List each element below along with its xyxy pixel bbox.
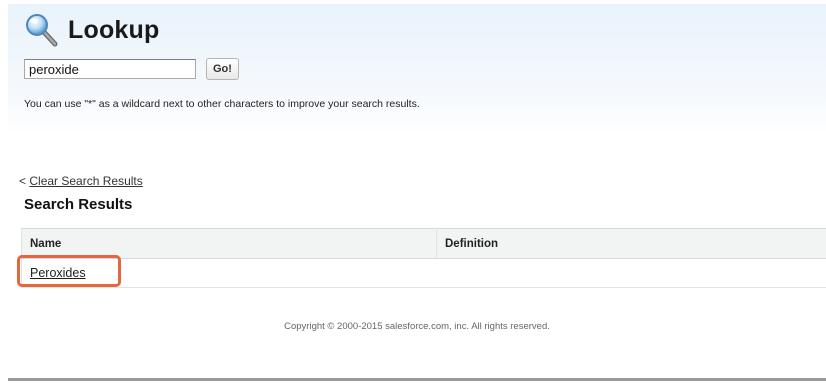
search-results-heading: Search Results xyxy=(24,196,133,213)
column-header-name: Name xyxy=(21,228,437,259)
result-link-peroxides[interactable]: Peroxides xyxy=(30,266,86,280)
table-row: Peroxides xyxy=(21,258,826,288)
table-header-row: Name Definition xyxy=(21,228,826,259)
copyright-footer: Copyright © 2000-2015 salesforce.com, in… xyxy=(284,321,550,332)
wildcard-hint: You can use "*" as a wildcard next to ot… xyxy=(24,98,420,110)
column-header-definition: Definition xyxy=(436,228,826,259)
magnifier-icon xyxy=(26,14,58,47)
search-input[interactable] xyxy=(24,59,196,79)
lookup-window: Lookup Go! You can use "*" as a wildcard… xyxy=(8,4,826,381)
back-chevron: < xyxy=(19,174,27,188)
results-table: Name Definition Peroxides xyxy=(21,228,826,288)
search-row: Go! xyxy=(24,58,239,80)
page-title: Lookup xyxy=(68,15,160,44)
clear-results-row: < Clear Search Results xyxy=(19,174,143,188)
title-row: Lookup xyxy=(24,12,159,48)
clear-search-results-link[interactable]: Clear Search Results xyxy=(29,174,142,188)
go-button[interactable]: Go! xyxy=(206,58,239,80)
cell-name: Peroxides xyxy=(21,258,437,288)
cell-definition xyxy=(436,258,826,288)
